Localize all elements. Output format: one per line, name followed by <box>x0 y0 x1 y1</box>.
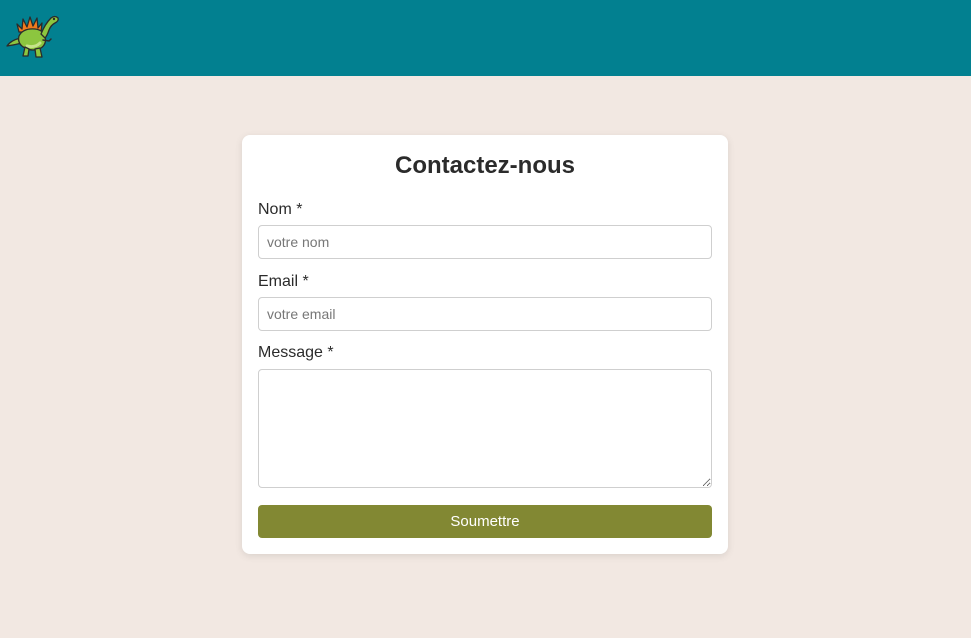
dinosaur-icon[interactable] <box>5 10 61 62</box>
email-input[interactable] <box>258 297 712 331</box>
submit-button[interactable]: Soumettre <box>258 505 712 538</box>
header-bar <box>0 0 971 76</box>
form-title: Contactez-nous <box>395 152 575 179</box>
email-label: Email * <box>258 273 309 290</box>
name-input[interactable] <box>258 225 712 259</box>
message-textarea[interactable] <box>258 369 712 488</box>
name-label: Nom * <box>258 201 303 218</box>
message-label: Message * <box>258 344 334 361</box>
contact-form-card: Contactez-nous Nom * Email * Message * S… <box>242 135 728 554</box>
